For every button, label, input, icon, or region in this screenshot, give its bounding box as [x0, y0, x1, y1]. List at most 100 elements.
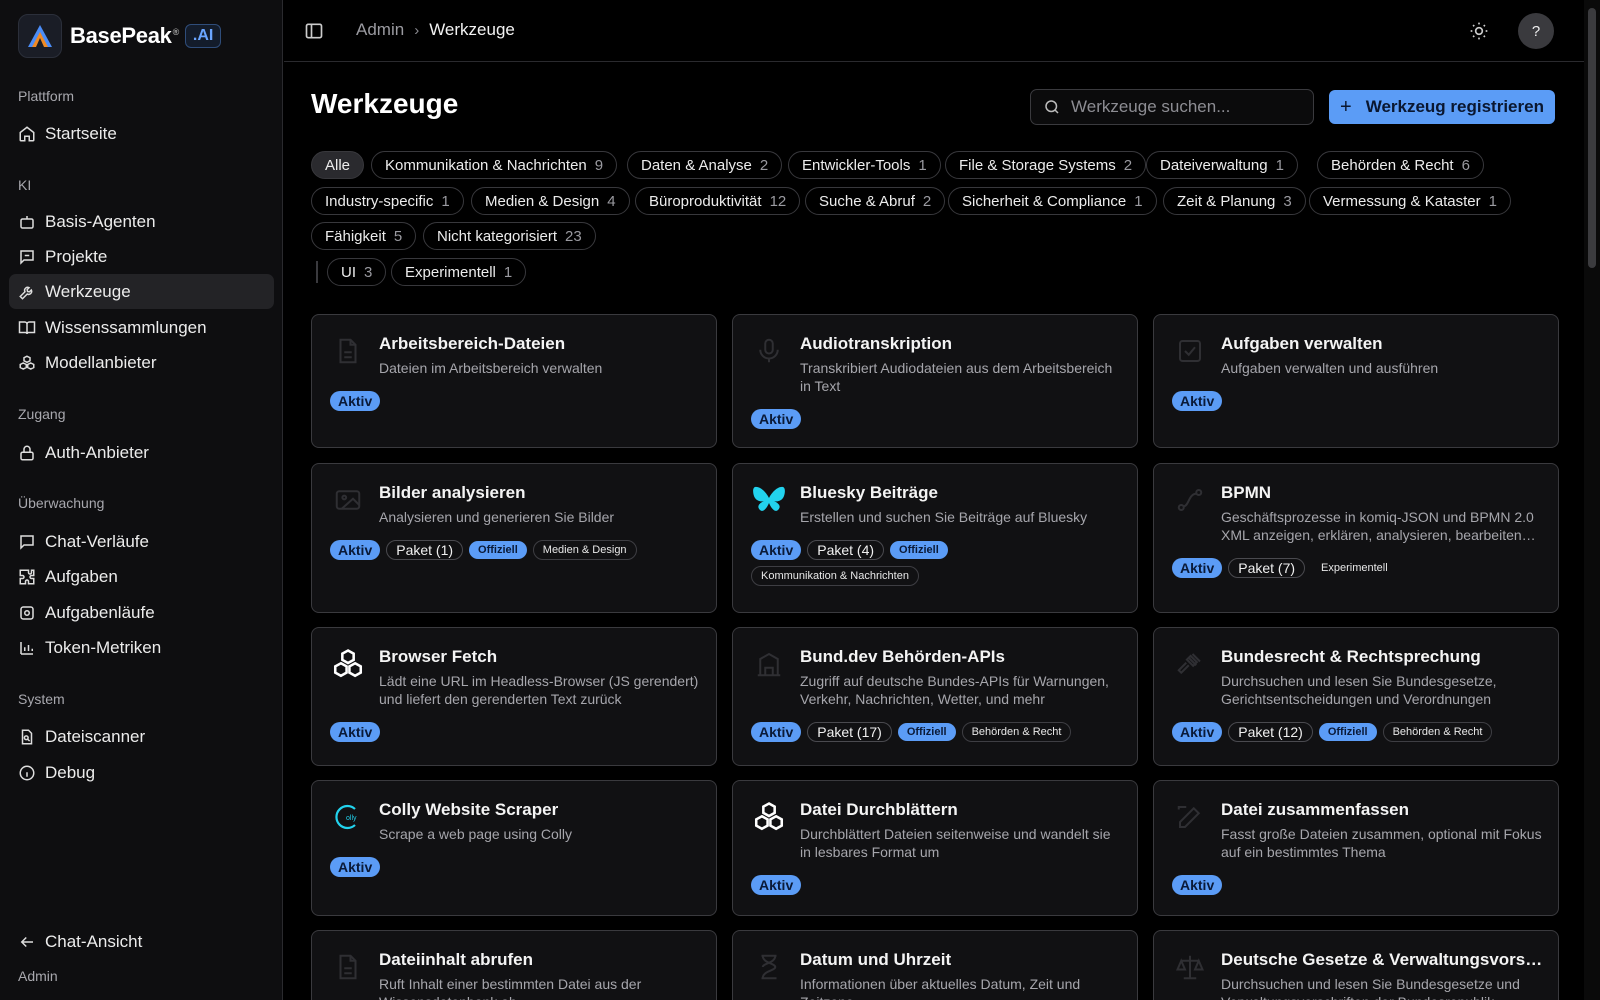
tool-card-badges: Aktiv: [330, 391, 700, 411]
hourglass-icon: [751, 949, 787, 985]
tool-card-badges: Aktiv: [1172, 875, 1542, 895]
sidebar-item-label: Auth-Anbieter: [45, 442, 149, 462]
register-tool-button[interactable]: + Werkzeug registrieren: [1329, 90, 1555, 124]
tool-card-title: Bundesrecht & Rechtsprechung: [1221, 647, 1481, 666]
tool-card[interactable]: BPMN Geschäftsprozesse in komiq-JSON und …: [1153, 463, 1559, 613]
filter-chip[interactable]: Sicherheit & Compliance 1: [948, 187, 1157, 215]
tool-card[interactable]: Bluesky Beiträge Erstellen und suchen Sie…: [732, 463, 1138, 613]
filter-chip[interactable]: Zeit & Planung 3: [1163, 187, 1306, 215]
filter-chip[interactable]: Vermessung & Kataster 1: [1309, 187, 1511, 215]
filter-chip-label: Industry-specific: [325, 192, 434, 210]
nav-section-ueberwachung: Überwachung: [18, 495, 105, 511]
tool-card-title: Dateiinhalt abrufen: [379, 950, 533, 969]
tool-card[interactable]: olly Colly Website Scraper Scrape a web pa…: [311, 780, 717, 916]
search-input[interactable]: [1071, 97, 1301, 117]
file-search-icon: [21, 729, 33, 744]
category-badge: Medien & Design: [532, 540, 637, 560]
scrollbar-thumb[interactable]: [1588, 8, 1596, 268]
filter-chip-label: Daten & Analyse: [641, 156, 752, 174]
tool-card[interactable]: Datum und Uhrzeit Informationen über aktu…: [732, 930, 1138, 1000]
scale-icon: [1172, 949, 1208, 985]
breadcrumb-admin[interactable]: Admin: [356, 20, 404, 40]
filter-chip[interactable]: Kommunikation & Nachrichten 9: [371, 151, 618, 179]
tool-card-description: Dateien im Arbeitsbereich verwalten: [379, 360, 603, 376]
sidebar-item-label: Aufgabenläufe: [45, 602, 155, 622]
avatar[interactable]: ?: [1518, 13, 1554, 49]
tool-card[interactable]: Dateiinhalt abrufen Ruft Inhalt einer bes…: [311, 930, 717, 1000]
tool-card[interactable]: Audiotranskription Transkribiert Audiodat…: [732, 314, 1138, 448]
flow-icon: [1172, 482, 1208, 518]
tool-card-description: Lädt eine URL im Headless-Browser (JS ge…: [379, 673, 699, 707]
filter-chip[interactable]: Dateiverwaltung 1: [1146, 151, 1298, 179]
filter-chip-count: 2: [1123, 156, 1133, 174]
tool-card[interactable]: Deutsche Gesetze & Verwaltungsvorschrift…: [1153, 930, 1559, 1000]
sidebar-item-wissenssammlungen[interactable]: Wissenssammlungen: [9, 310, 274, 345]
filter-chip-label: Alle: [325, 156, 351, 174]
tool-card[interactable]: Bilder analysieren Analysieren und generi…: [311, 463, 717, 613]
filter-chip[interactable]: Daten & Analyse 2: [627, 151, 783, 179]
brand[interactable]: BasePeak® .AI: [18, 14, 222, 58]
cubes-icon: [751, 799, 787, 835]
filter-chip[interactable]: Industry-specific 1: [311, 187, 464, 215]
tool-card-badges: Aktiv Paket (12) Offiziell Behörden & Recht: [1172, 722, 1542, 742]
filter-chip-count: 5: [393, 227, 403, 245]
filter-chip[interactable]: Entwickler-Tools 1: [788, 151, 941, 179]
sidebar-item-aufgaben[interactable]: Aufgaben: [9, 559, 274, 594]
search-box[interactable]: [1030, 89, 1314, 125]
sidebar-toggle-icon[interactable]: [304, 21, 324, 41]
sidebar-chat-view-link[interactable]: Chat-Ansicht: [9, 924, 274, 959]
tool-card-description: Informationen über aktuelles Datum, Zeit…: [800, 976, 1081, 1000]
tool-card-title: Datei Durchblättern: [800, 800, 958, 819]
tool-card[interactable]: Bund.dev Behörden-APIs Zugriff auf deutsc…: [732, 627, 1138, 766]
tool-card[interactable]: Datei Durchblättern Durchblättert Dateien…: [732, 780, 1138, 916]
category-badge: Experimentell: [1321, 562, 1388, 574]
filter-chip[interactable]: Nicht kategorisiert 23: [423, 222, 596, 250]
sidebar-item-label: Startseite: [45, 123, 117, 143]
sidebar-item-label: Modellanbieter: [45, 352, 157, 372]
tool-card[interactable]: Aufgaben verwalten Aufgaben verwalten und…: [1153, 314, 1559, 448]
sidebar-item-startseite[interactable]: Startseite: [9, 116, 274, 151]
tool-card-badges: Aktiv: [1172, 391, 1542, 411]
nav-section-plattform: Plattform: [18, 88, 75, 104]
tool-card[interactable]: Arbeitsbereich-Dateien Dateien im Arbeits…: [311, 314, 717, 448]
filter-chip[interactable]: Büroproduktivität 12: [635, 187, 801, 215]
sidebar-item-werkzeuge[interactable]: Werkzeuge: [9, 274, 274, 309]
tool-card[interactable]: Datei zusammenfassen Fasst große Dateien …: [1153, 780, 1559, 916]
tool-card[interactable]: Bundesrecht & Rechtsprechung Durchsuchen …: [1153, 627, 1559, 766]
register-tool-label: Werkzeug registrieren: [1365, 97, 1544, 116]
sidebar-item-token-metriken[interactable]: Token-Metriken: [9, 630, 274, 665]
sun-icon[interactable]: [1469, 21, 1489, 41]
tool-card-title: Bilder analysieren: [379, 483, 526, 502]
tool-card[interactable]: Browser Fetch Lädt eine URL im Headless-B…: [311, 627, 717, 766]
filter-chip[interactable]: Suche & Abruf 2: [805, 187, 946, 215]
sidebar-item-label: Dateiscanner: [45, 726, 146, 746]
filter-chip[interactable]: File & Storage Systems 2: [945, 151, 1147, 179]
filter-chip[interactable]: Fähigkeit 5: [311, 222, 417, 250]
sidebar-item-debug[interactable]: Debug: [9, 755, 274, 790]
filter-chip[interactable]: Alle: [311, 151, 365, 179]
filter-chip[interactable]: Medien & Design 4: [471, 187, 630, 215]
sidebar-item-auth-anbieter[interactable]: Auth-Anbieter: [9, 435, 274, 470]
filter-chip-count: 9: [594, 156, 604, 174]
brand-logo-icon: [18, 14, 62, 58]
filter-chip[interactable]: Behörden & Recht 6: [1317, 151, 1484, 179]
sidebar-item-basis-agenten[interactable]: Basis-Agenten: [9, 204, 274, 239]
tool-card-description: Fasst große Dateien zusammen, optional m…: [1221, 826, 1542, 860]
sidebar-item-modellanbieter[interactable]: Modellanbieter: [9, 345, 274, 380]
filter-chip[interactable]: Experimentell 1: [391, 258, 527, 286]
sidebar-item-chat-verlaeufe[interactable]: Chat-Verläufe: [9, 524, 274, 559]
sidebar-item-dateiscanner[interactable]: Dateiscanner: [9, 719, 274, 754]
status-badge: Aktiv: [1172, 875, 1223, 895]
sidebar-item-aufgabenlaeufe[interactable]: Aufgabenläufe: [9, 595, 274, 630]
filter-divider: [316, 261, 318, 283]
sidebar-item-label: Chat-Verläufe: [45, 531, 149, 551]
package-badge: Paket (17): [807, 722, 892, 742]
tool-card-description: Aufgaben verwalten und ausführen: [1221, 360, 1439, 376]
filter-chip[interactable]: UI 3: [327, 258, 387, 286]
lock-icon: [20, 445, 34, 460]
filter-chip-count: 6: [1461, 156, 1470, 174]
tool-card-description: Analysieren und generieren Sie Bilder: [379, 509, 615, 525]
tool-card-badges: Aktiv Paket (1) Offiziell Medien & Design: [330, 540, 700, 560]
sidebar-item-projekte[interactable]: Projekte: [9, 239, 274, 274]
filter-chip-label: Behörden & Recht: [1331, 156, 1454, 174]
